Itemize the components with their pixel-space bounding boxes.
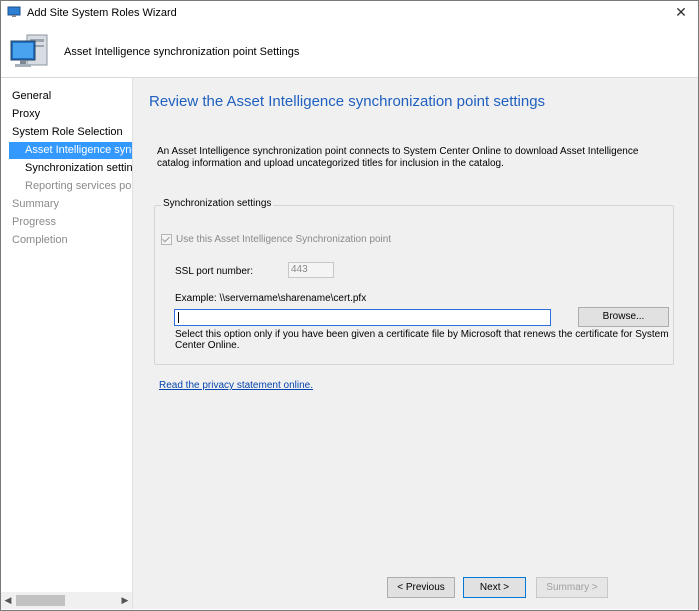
text-caret — [178, 312, 179, 323]
wizard-header: Asset Intelligence synchronization point… — [1, 25, 698, 78]
ssl-port-field[interactable]: 443 — [288, 262, 334, 278]
nav-item-asset-intelligence[interactable]: Asset Intelligence synchronization point — [9, 142, 132, 159]
nav-item-proxy[interactable]: Proxy — [12, 106, 40, 123]
wizard-computer-icon — [7, 6, 21, 17]
scroll-right-icon[interactable]: ▶ — [118, 592, 132, 609]
ssl-port-label: SSL port number: — [175, 266, 254, 277]
page-description: An Asset Intelligence synchronization po… — [157, 146, 639, 169]
nav-item-general[interactable]: General — [12, 88, 51, 105]
previous-button[interactable]: < Previous — [387, 577, 455, 598]
nav-item-system-role-selection[interactable]: System Role Selection — [12, 124, 123, 141]
nav-item-reporting-services-point[interactable]: Reporting services point — [25, 178, 132, 195]
window-title: Add Site System Roles Wizard — [27, 7, 177, 19]
nav-horizontal-scrollbar[interactable]: ◀ ▶ — [1, 592, 132, 609]
nav-item-synchronization-settings[interactable]: Synchronization settings — [25, 160, 132, 177]
nav-item-progress[interactable]: Progress — [12, 214, 56, 231]
group-label: Synchronization settings — [161, 198, 274, 209]
summary-button: Summary > — [536, 577, 608, 598]
example-path-text: Example: \\servername\sharename\cert.pfx — [175, 293, 367, 304]
checkbox-checked-icon[interactable] — [161, 234, 172, 245]
next-button[interactable]: Next > — [463, 577, 526, 598]
header-title: Asset Intelligence synchronization point… — [64, 46, 300, 58]
certificate-path-input[interactable] — [174, 309, 551, 326]
privacy-statement-link[interactable]: Read the privacy statement online. — [159, 380, 313, 391]
browse-button[interactable]: Browse... — [578, 307, 669, 327]
page-title: Review the Asset Intelligence synchroniz… — [149, 93, 546, 110]
use-sync-point-label: Use this Asset Intelligence Synchronizat… — [176, 234, 392, 246]
wizard-nav: General Proxy System Role Selection Asse… — [1, 78, 133, 609]
certificate-note: Select this option only if you have been… — [175, 329, 669, 351]
scroll-left-icon[interactable]: ◀ — [1, 592, 15, 609]
synchronization-settings-group: Synchronization settings Use this Asset … — [154, 198, 674, 365]
title-bar: Add Site System Roles Wizard ✕ — [1, 1, 698, 25]
computer-monitor-icon — [10, 34, 48, 67]
scrollbar-thumb[interactable] — [16, 595, 65, 606]
use-sync-point-checkbox-row[interactable]: Use this Asset Intelligence Synchronizat… — [161, 234, 391, 245]
nav-item-summary[interactable]: Summary — [12, 196, 59, 213]
main-content: Review the Asset Intelligence synchroniz… — [133, 78, 698, 609]
wizard-window: Add Site System Roles Wizard ✕ Asset Int… — [0, 0, 699, 611]
close-icon[interactable]: ✕ — [664, 1, 698, 23]
nav-item-completion[interactable]: Completion — [12, 232, 68, 249]
